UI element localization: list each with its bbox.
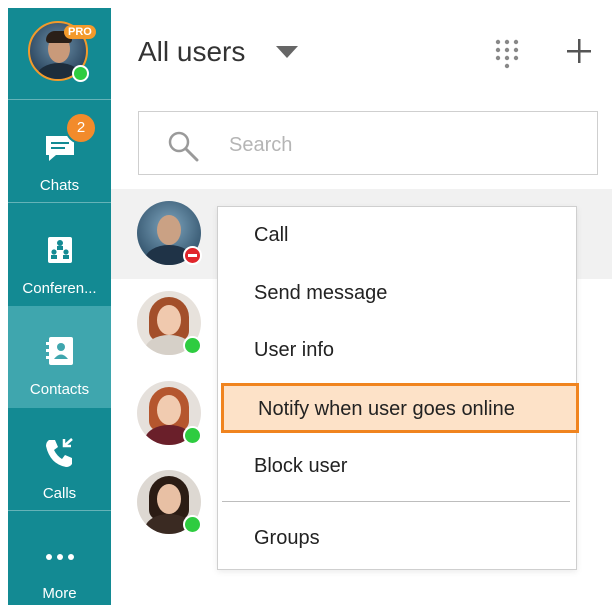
search-icon	[168, 131, 199, 162]
sidebar-item-label: Calls	[42, 485, 77, 502]
menu-item-block-user[interactable]: Block user	[218, 439, 576, 493]
my-profile-avatar[interactable]: PRO	[28, 21, 96, 85]
contacts-book-icon	[46, 337, 73, 365]
do-not-disturb-status-icon	[183, 246, 202, 265]
conference-icon	[48, 237, 72, 263]
add-icon[interactable]	[566, 38, 592, 64]
menu-divider	[222, 501, 570, 502]
menu-item-call[interactable]: Call	[218, 208, 576, 262]
sidebar-item-label: More	[42, 585, 77, 602]
sidebar-item-label: Chats	[39, 177, 80, 194]
search-input[interactable]	[227, 130, 531, 160]
sidebar-item-calls[interactable]: Calls	[8, 408, 111, 510]
menu-item-groups[interactable]: Groups	[218, 511, 576, 565]
chevron-down-icon[interactable]	[275, 45, 299, 59]
menu-item-user-info[interactable]: User info	[218, 323, 576, 377]
page-title[interactable]: All users	[138, 36, 245, 68]
app-window: PRO 2 Chats Conferen... Contacts Calls M…	[0, 0, 612, 614]
unread-count-badge: 2	[65, 112, 97, 144]
online-status-icon	[183, 515, 202, 534]
menu-item-notify-online[interactable]: Notify when user goes online	[221, 383, 579, 433]
menu-item-send-message[interactable]: Send message	[218, 266, 576, 320]
search-box	[138, 111, 598, 175]
online-status-icon	[183, 426, 202, 445]
phone-calls-icon	[46, 438, 73, 467]
sidebar-item-label: Contacts	[29, 381, 90, 398]
sidebar: PRO 2 Chats Conferen... Contacts Calls M…	[8, 8, 111, 605]
more-dots-icon	[46, 554, 74, 560]
sidebar-item-contacts[interactable]: Contacts	[8, 306, 111, 408]
sidebar-item-label: Conferen...	[22, 280, 97, 297]
context-menu: Call Send message User info Notify when …	[217, 206, 579, 570]
online-status-icon	[183, 336, 202, 355]
pro-badge: PRO	[64, 25, 96, 39]
sidebar-item-more[interactable]: More	[8, 511, 111, 605]
sidebar-item-conferences[interactable]: Conferen...	[8, 203, 111, 305]
online-status-indicator	[72, 65, 89, 82]
dialpad-icon[interactable]	[494, 38, 520, 70]
sidebar-item-chats[interactable]: 2 Chats	[8, 100, 111, 202]
